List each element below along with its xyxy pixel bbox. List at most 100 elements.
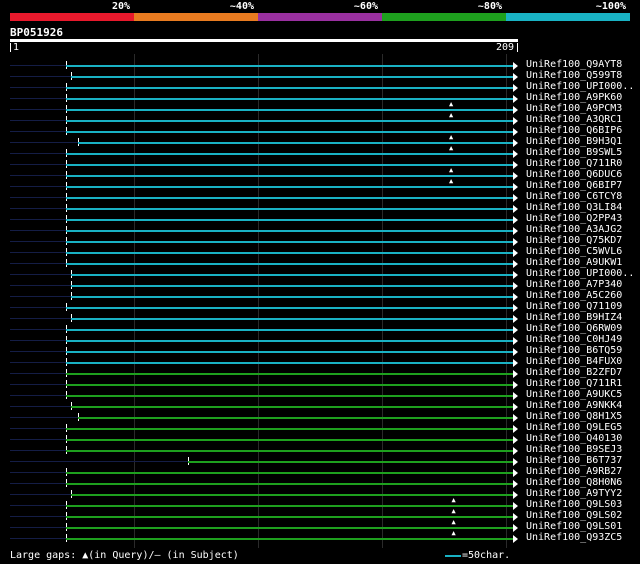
hit-label[interactable]: UniRef100_Q40130 <box>526 433 622 444</box>
hit-alignment-bar[interactable] <box>66 98 514 100</box>
hit-alignment-bar[interactable] <box>66 516 514 518</box>
hit-alignment-bar[interactable] <box>66 208 514 210</box>
hit-label[interactable]: UniRef100_Q75KD7 <box>526 235 622 246</box>
hit-alignment-bar[interactable] <box>66 384 514 386</box>
hit-label[interactable]: UniRef100_Q9LS03 <box>526 499 622 510</box>
hit-alignment-bar[interactable] <box>66 186 514 188</box>
hit-label[interactable]: UniRef100_B4FUX0 <box>526 356 622 367</box>
unaligned-region <box>10 329 67 330</box>
hit-alignment-bar[interactable] <box>66 472 514 474</box>
hit-label[interactable]: UniRef100_Q6DUC6 <box>526 169 622 180</box>
hit-label[interactable]: UniRef100_Q8H0N6 <box>526 477 622 488</box>
hit-alignment-bar[interactable] <box>66 505 514 507</box>
hit-label[interactable]: UniRef100_Q711R0 <box>526 158 622 169</box>
hit-alignment-bar[interactable] <box>71 318 514 320</box>
query-gap-marker-icon: ▲ <box>449 144 454 152</box>
hit-alignment-bar[interactable] <box>66 428 514 430</box>
hit-alignment-bar[interactable] <box>78 417 514 419</box>
hit-alignment-bar[interactable] <box>66 252 514 254</box>
hit-end-arrow-icon <box>513 73 519 81</box>
hit-label[interactable]: UniRef100_Q3LI84 <box>526 202 622 213</box>
hit-alignment-bar[interactable] <box>71 406 514 408</box>
hit-alignment-bar[interactable] <box>66 307 514 309</box>
hit-alignment-bar[interactable] <box>66 109 514 111</box>
hit-label[interactable]: UniRef100_Q2PP43 <box>526 213 622 224</box>
hit-label[interactable]: UniRef100_A9TYY2 <box>526 488 622 499</box>
hit-alignment-bar[interactable] <box>66 263 514 265</box>
hit-label[interactable]: UniRef100_Q9AYT8 <box>526 59 622 70</box>
hit-label[interactable]: UniRef100_A3AJG2 <box>526 224 622 235</box>
hit-alignment-bar[interactable] <box>66 538 514 540</box>
hit-label[interactable]: UniRef100_Q71109 <box>526 301 622 312</box>
hit-label[interactable]: UniRef100_Q9LEG5 <box>526 422 622 433</box>
hit-label[interactable]: UniRef100_C5WVL6 <box>526 246 622 257</box>
hit-label[interactable]: UniRef100_B2ZFD7 <box>526 367 622 378</box>
hit-alignment-bar[interactable] <box>78 142 514 144</box>
hit-label[interactable]: UniRef100_A9UKW1 <box>526 257 622 268</box>
unaligned-region <box>10 527 67 528</box>
hit-label[interactable]: UniRef100_Q6BIP6 <box>526 125 622 136</box>
hit-alignment-bar[interactable] <box>188 461 514 463</box>
hit-alignment-bar[interactable] <box>66 329 514 331</box>
unaligned-region <box>10 98 67 99</box>
hit-label[interactable]: UniRef100_A7P340 <box>526 279 622 290</box>
hit-label[interactable]: UniRef100_UPI000.. <box>526 268 634 279</box>
hit-label[interactable]: UniRef100_A9PK60 <box>526 92 622 103</box>
hit-label[interactable]: UniRef100_B6TQ59 <box>526 345 622 356</box>
hit-label[interactable]: UniRef100_A9UKC5 <box>526 389 622 400</box>
hit-label[interactable]: UniRef100_Q9LS02 <box>526 510 622 521</box>
hit-alignment-bar[interactable] <box>66 340 514 342</box>
hit-alignment-bar[interactable] <box>71 285 514 287</box>
hit-alignment-bar[interactable] <box>66 219 514 221</box>
hit-label[interactable]: UniRef100_Q93ZC5 <box>526 532 622 543</box>
hit-alignment-bar[interactable] <box>66 450 514 452</box>
hit-alignment-bar[interactable] <box>66 241 514 243</box>
hit-alignment-bar[interactable] <box>66 65 514 67</box>
hit-end-arrow-icon <box>513 436 519 444</box>
hit-label[interactable]: UniRef100_A9RB27 <box>526 466 622 477</box>
hit-alignment-bar[interactable] <box>66 362 514 364</box>
hit-end-arrow-icon <box>513 84 519 92</box>
hit-label[interactable]: UniRef100_B6T737 <box>526 455 622 466</box>
hit-alignment-bar[interactable] <box>66 120 514 122</box>
hit-alignment-bar[interactable] <box>66 153 514 155</box>
hit-alignment-bar[interactable] <box>66 439 514 441</box>
hit-alignment-bar[interactable] <box>66 373 514 375</box>
hit-label[interactable]: UniRef100_A3QRC1 <box>526 114 622 125</box>
hit-label[interactable]: UniRef100_B9SEJ3 <box>526 444 622 455</box>
hit-label[interactable]: UniRef100_A9PCM3 <box>526 103 622 114</box>
unaligned-region <box>10 153 67 154</box>
hit-label[interactable]: UniRef100_A9NKK4 <box>526 400 622 411</box>
hit-label[interactable]: UniRef100_Q599T8 <box>526 70 622 81</box>
hit-label[interactable]: UniRef100_C6TCY8 <box>526 191 622 202</box>
hit-label[interactable]: UniRef100_Q6RW09 <box>526 323 622 334</box>
hit-label[interactable]: UniRef100_Q8H1X5 <box>526 411 622 422</box>
hit-alignment-bar[interactable] <box>66 164 514 166</box>
hit-end-arrow-icon <box>513 458 519 466</box>
hit-label[interactable]: UniRef100_B9HIZ4 <box>526 312 622 323</box>
hit-label[interactable]: UniRef100_B9H3Q1 <box>526 136 622 147</box>
hit-alignment-bar[interactable] <box>66 230 514 232</box>
hit-alignment-bar[interactable] <box>66 527 514 529</box>
hit-label[interactable]: UniRef100_Q9LS01 <box>526 521 622 532</box>
hit-label[interactable]: UniRef100_C0HJ49 <box>526 334 622 345</box>
hit-alignment-bar[interactable] <box>71 76 514 78</box>
hit-alignment-bar[interactable] <box>71 296 514 298</box>
hit-alignment-bar[interactable] <box>66 483 514 485</box>
hit-alignment-bar[interactable] <box>71 274 514 276</box>
hit-label[interactable]: UniRef100_Q711R1 <box>526 378 622 389</box>
hit-alignment-bar[interactable] <box>66 175 514 177</box>
hit-end-arrow-icon <box>513 359 519 367</box>
hit-end-arrow-icon <box>513 403 519 411</box>
hit-alignment-bar[interactable] <box>71 494 514 496</box>
hit-alignment-bar[interactable] <box>66 87 514 89</box>
hit-label[interactable]: UniRef100_Q6BIP7 <box>526 180 622 191</box>
hit-alignment-bar[interactable] <box>66 351 514 353</box>
hit-label[interactable]: UniRef100_A5C260 <box>526 290 622 301</box>
hit-label[interactable]: UniRef100_UPI000.. <box>526 81 634 92</box>
hit-alignment-bar[interactable] <box>66 395 514 397</box>
hit-alignment-bar[interactable] <box>66 197 514 199</box>
hit-end-arrow-icon <box>513 238 519 246</box>
hit-alignment-bar[interactable] <box>66 131 514 133</box>
hit-label[interactable]: UniRef100_B9SWL5 <box>526 147 622 158</box>
